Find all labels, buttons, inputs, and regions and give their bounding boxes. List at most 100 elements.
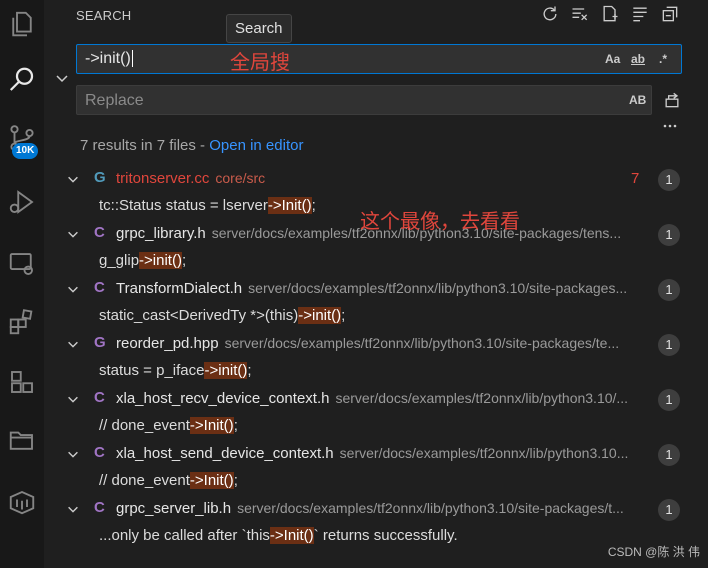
match-result-row[interactable]: status = p_iface->init(); xyxy=(44,359,708,386)
match-line: static_cast<DerivedTy *>(this)->init(); xyxy=(99,307,345,324)
file-name: xla_host_send_device_context.h server/doc… xyxy=(116,445,628,462)
match-prefix: static_cast<DerivedTy *>(this) xyxy=(99,307,299,324)
file-type-icon: C xyxy=(94,499,105,516)
file-path: server/docs/examples/tf2onnx/lib/python3… xyxy=(248,280,628,296)
results-summary: 7 results in 7 files - Open in editor xyxy=(80,137,303,154)
match-prefix: ...only be called after `this xyxy=(99,527,270,544)
file-type-icon: G xyxy=(94,169,106,186)
run-debug-icon[interactable] xyxy=(0,180,44,224)
search-panel: SEARCH Search ->init() Aa ab .* 全局搜 AB 7… xyxy=(44,0,708,568)
file-name-text: grpc_library.h xyxy=(116,225,206,242)
match-count-badge: 1 xyxy=(658,169,680,191)
extensions-icon[interactable] xyxy=(0,300,44,344)
match-prefix: // done_event xyxy=(99,472,190,489)
package-icon[interactable] xyxy=(0,480,44,524)
match-whole-word-icon[interactable]: ab xyxy=(631,52,645,66)
match-prefix: // done_event xyxy=(99,417,190,434)
match-line: // done_event->Init(); xyxy=(99,417,238,434)
file-name-text: reorder_pd.hpp xyxy=(116,335,219,352)
match-suffix: ; xyxy=(341,307,346,324)
search-icon[interactable] xyxy=(0,58,44,102)
match-suffix: ; xyxy=(233,417,238,434)
chevron-down-icon[interactable] xyxy=(66,227,80,241)
file-type-icon: C xyxy=(94,389,105,406)
match-count-badge: 1 xyxy=(658,334,680,356)
more-options-icon[interactable] xyxy=(662,118,678,134)
match-line: ...only be called after `this->Init()` r… xyxy=(99,527,458,544)
chevron-down-icon[interactable] xyxy=(66,282,80,296)
match-line: tc::Status status = lserver->Init(); xyxy=(99,197,316,214)
search-tooltip: Search xyxy=(226,14,292,43)
activity-bar: 10K xyxy=(0,0,44,568)
match-count-badge: 1 xyxy=(658,224,680,246)
match-result-row[interactable]: // done_event->Init(); xyxy=(44,469,708,496)
annotation-global-search: 全局搜 xyxy=(230,52,290,74)
chevron-down-icon[interactable] xyxy=(66,337,80,351)
file-name-text: tritonserver.cc xyxy=(116,170,210,187)
chevron-down-icon[interactable] xyxy=(66,172,80,186)
search-input[interactable]: ->init() Aa ab .* xyxy=(76,44,682,74)
match-prefix: status = p_iface xyxy=(99,362,205,379)
collapse-all-icon[interactable] xyxy=(660,4,680,29)
panel-title: SEARCH xyxy=(76,8,132,23)
toggle-replace-chevron-icon[interactable] xyxy=(54,70,70,86)
chevron-down-icon[interactable] xyxy=(66,392,80,406)
match-case-icon[interactable]: Aa xyxy=(605,52,620,66)
match-highlight: ->Init() xyxy=(189,472,234,489)
open-in-editor-link[interactable]: Open in editor xyxy=(209,137,303,154)
new-search-editor-icon[interactable] xyxy=(600,4,620,29)
file-name: TransformDialect.h server/docs/examples/t… xyxy=(116,280,627,297)
testing-icon[interactable] xyxy=(0,360,44,404)
remote-explorer-icon[interactable] xyxy=(0,242,44,286)
file-path: core/src xyxy=(215,170,266,186)
view-as-tree-icon[interactable] xyxy=(630,4,650,29)
file-name: tritonserver.cc core/src xyxy=(116,170,265,187)
match-count-badge: 1 xyxy=(658,444,680,466)
replace-input-box: AB xyxy=(76,85,652,116)
file-name-text: xla_host_recv_device_context.h xyxy=(116,390,330,407)
match-line: // done_event->Init(); xyxy=(99,472,238,489)
match-suffix: ` returns successfully. xyxy=(313,527,458,544)
use-regex-icon[interactable]: .* xyxy=(659,52,667,66)
file-result-row[interactable]: Cgrpc_server_lib.h server/docs/examples/t… xyxy=(44,497,708,524)
match-result-row[interactable]: // done_event->Init(); xyxy=(44,414,708,441)
file-result-row[interactable]: Greorder_pd.hpp server/docs/examples/tf2o… xyxy=(44,332,708,359)
explorer-icon[interactable] xyxy=(0,2,44,46)
source-control-badge: 10K xyxy=(12,143,39,159)
file-name: grpc_server_lib.h server/docs/examples/tf… xyxy=(116,500,624,517)
file-result-row[interactable]: Gtritonserver.cc core/src 7 1 xyxy=(44,167,708,194)
watermark: CSDN @陈 洪 伟 xyxy=(607,545,700,559)
preserve-case-icon[interactable]: AB xyxy=(629,93,646,107)
match-highlight: ->init() xyxy=(139,252,182,269)
refresh-icon[interactable] xyxy=(540,4,560,29)
replace-all-icon[interactable] xyxy=(662,90,682,110)
file-path: server/docs/examples/tf2onnx/lib/python3… xyxy=(335,390,629,406)
clear-results-icon[interactable] xyxy=(570,4,590,29)
problem-count: 7 xyxy=(631,170,640,187)
file-name: reorder_pd.hpp server/docs/examples/tf2on… xyxy=(116,335,619,352)
match-suffix: ; xyxy=(247,362,252,379)
match-count-badge: 1 xyxy=(658,389,680,411)
match-line: status = p_iface->init(); xyxy=(99,362,252,379)
search-input-value: ->init() xyxy=(85,50,131,67)
replace-input[interactable] xyxy=(77,86,627,116)
match-result-row[interactable]: g_glip->init(); xyxy=(44,249,708,276)
match-line: g_glip->init(); xyxy=(99,252,186,269)
file-type-icon: C xyxy=(94,279,105,296)
file-path: server/docs/examples/tf2onnx/lib/python3… xyxy=(237,500,624,516)
match-suffix: ; xyxy=(311,197,316,214)
folders-icon[interactable] xyxy=(0,418,44,462)
chevron-down-icon[interactable] xyxy=(66,502,80,516)
panel-actions xyxy=(540,4,680,29)
chevron-down-icon[interactable] xyxy=(66,447,80,461)
match-suffix: ; xyxy=(233,472,238,489)
match-count-badge: 1 xyxy=(658,499,680,521)
file-path: server/docs/examples/tf2onnx/lib/python3… xyxy=(339,445,629,461)
match-result-row[interactable]: static_cast<DerivedTy *>(this)->init(); xyxy=(44,304,708,331)
file-result-row[interactable]: Cxla_host_recv_device_context.h server/do… xyxy=(44,387,708,414)
file-result-row[interactable]: C TransformDialect.h server/docs/examples/… xyxy=(44,277,708,304)
file-name-text: grpc_server_lib.h xyxy=(116,500,232,517)
file-result-row[interactable]: Cxla_host_send_device_context.h server/do… xyxy=(44,442,708,469)
annotation-best-match: 这个最像，去看看 xyxy=(360,211,520,233)
file-name-text: xla_host_send_device_context.h xyxy=(116,445,334,462)
